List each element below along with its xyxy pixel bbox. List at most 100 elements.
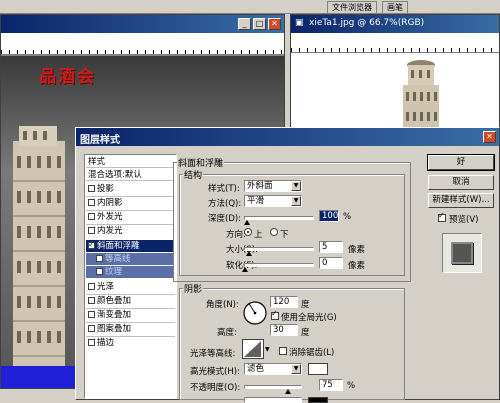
shadow-color-swatch[interactable]	[308, 397, 328, 403]
chevron-down-icon: ▼	[291, 196, 301, 206]
size-slider[interactable]	[244, 247, 314, 251]
dialog-title: 图层样式	[80, 135, 120, 146]
style-item-pattern-overlay[interactable]: 图案叠加	[86, 323, 175, 335]
checkbox-icon[interactable]	[88, 185, 95, 192]
angle-dial-icon[interactable]	[242, 300, 268, 326]
depth-slider[interactable]	[244, 216, 314, 220]
close-icon[interactable]: ✕	[268, 18, 281, 30]
checkbox-icon[interactable]	[88, 227, 95, 234]
overlay-title-text: 品酒会	[39, 67, 96, 87]
style-item-gradient-overlay[interactable]: 渐变叠加	[86, 309, 175, 321]
maximize-icon[interactable]: □	[253, 18, 266, 30]
angle-input[interactable]: 120	[270, 296, 298, 308]
minimize-icon[interactable]: _	[238, 18, 251, 30]
size-unit: 像素	[348, 245, 366, 255]
styles-list-header[interactable]: 样式	[86, 156, 175, 168]
style-item-color-overlay[interactable]: 颜色叠加	[86, 295, 175, 307]
opacity-slider[interactable]	[244, 385, 302, 389]
shading-title: 阴影	[183, 282, 204, 295]
chevron-down-icon[interactable]: ▼	[265, 346, 270, 353]
checkbox-icon[interactable]	[88, 325, 95, 332]
style-item-satin[interactable]: 光泽	[86, 281, 175, 293]
shadow-mode-select[interactable]	[244, 397, 302, 403]
style-item-inner-shadow[interactable]: 内阴影	[86, 197, 175, 209]
opacity-unit: %	[347, 381, 356, 391]
altitude-input[interactable]: 30	[270, 324, 298, 336]
opacity-slider-thumb[interactable]	[285, 389, 291, 394]
chevron-down-icon: ▼	[291, 181, 301, 191]
checkbox-icon[interactable]	[88, 311, 95, 318]
left-document-titlebar[interactable]: _ □ ✕	[1, 15, 284, 33]
soften-input[interactable]: 0	[319, 257, 343, 269]
style-item-texture[interactable]: 纹理	[86, 266, 175, 278]
ok-button[interactable]: 好	[427, 154, 495, 171]
direction-label: 方向:	[226, 230, 246, 240]
leaning-tower-image	[13, 126, 65, 371]
style-item-inner-glow[interactable]: 内发光	[86, 225, 175, 237]
anti-aliased-label: 消除锯齿(L)	[289, 348, 335, 358]
new-style-button[interactable]: 新建样式(W)...	[428, 193, 494, 208]
highlight-color-swatch[interactable]	[308, 363, 328, 375]
anti-aliased-checkbox[interactable]	[279, 347, 287, 355]
style-preview-box	[442, 233, 482, 273]
close-icon[interactable]: ✕	[483, 131, 496, 143]
altitude-label: 高度:	[217, 328, 237, 338]
highlight-mode-label: 高光模式(H):	[190, 367, 240, 377]
horizontal-ruler-right	[291, 33, 499, 53]
palette-well: 文件浏览器 画笔	[0, 0, 500, 14]
depth-input[interactable]: 100	[319, 210, 339, 222]
technique-select[interactable]: 平滑 ▼	[244, 195, 302, 207]
right-document-titlebar[interactable]: ▣ xieTa1.jpg @ 66.7%(RGB)	[291, 15, 499, 33]
preview-label: 预览(V)	[449, 215, 479, 225]
checkbox-icon[interactable]	[88, 199, 95, 206]
style-item-drop-shadow[interactable]: 投影	[86, 183, 175, 195]
cancel-button[interactable]: 取消	[428, 175, 494, 190]
style-item-bevel-emboss[interactable]: 斜面和浮雕	[86, 239, 175, 252]
angle-unit: 度	[301, 300, 310, 310]
opacity-label: 不透明度(O):	[190, 383, 241, 393]
horizontal-ruler	[1, 33, 284, 55]
leaning-tower-photo	[403, 60, 439, 133]
style-item-contour[interactable]: 等高线	[86, 253, 175, 265]
dialog-titlebar[interactable]: 图层样式 ✕	[76, 128, 499, 146]
soften-unit: 像素	[348, 261, 366, 271]
gloss-contour-label: 光泽等高线:	[190, 349, 236, 359]
size-input[interactable]: 5	[319, 241, 343, 253]
direction-up-radio[interactable]	[244, 228, 252, 236]
checkbox-icon[interactable]	[88, 213, 95, 220]
tab-file-browser[interactable]: 文件浏览器	[327, 1, 377, 13]
depth-label: 深度(D):	[208, 214, 242, 224]
opacity-input[interactable]: 75	[319, 379, 343, 391]
use-global-light-label: 使用全局光(G)	[281, 313, 337, 323]
chevron-down-icon: ▼	[291, 364, 301, 374]
direction-up-label: 上	[254, 230, 263, 240]
style-label: 样式(T):	[208, 184, 240, 194]
depth-slider-thumb[interactable]	[244, 220, 250, 225]
soften-slider[interactable]	[244, 263, 314, 267]
technique-label: 方法(Q):	[208, 199, 242, 209]
preview-checkbox[interactable]	[438, 211, 446, 222]
highlight-mode-select[interactable]: 滤色 ▼	[244, 363, 302, 375]
checkbox-icon[interactable]	[88, 297, 95, 304]
soften-slider-thumb[interactable]	[242, 267, 248, 272]
checkbox-icon[interactable]	[96, 255, 103, 262]
checkbox-icon[interactable]	[96, 268, 103, 275]
bevel-style-select[interactable]: 外斜面 ▼	[244, 180, 302, 192]
style-item-stroke[interactable]: 描边	[86, 337, 175, 349]
blending-options-item[interactable]: 混合选项:默认	[86, 169, 175, 181]
checkbox-icon[interactable]	[88, 339, 95, 346]
direction-down-radio[interactable]	[270, 228, 278, 236]
right-document-window: ▣ xieTa1.jpg @ 66.7%(RGB)	[290, 14, 500, 134]
depth-unit: %	[343, 212, 352, 222]
tab-brushes[interactable]: 画笔	[382, 1, 408, 13]
altitude-unit: 度	[301, 328, 310, 338]
use-global-light-checkbox[interactable]	[271, 309, 279, 320]
style-preview-swatch	[451, 242, 473, 264]
photoshop-doc-icon: ▣	[295, 18, 304, 28]
gloss-contour-icon[interactable]	[242, 339, 264, 359]
checkbox-icon[interactable]	[88, 283, 95, 290]
size-slider-thumb[interactable]	[246, 251, 252, 256]
styles-list: 样式 混合选项:默认 投影 内阴影 外发光 内发光 斜面和浮雕 等高线 纹理 光…	[84, 154, 177, 399]
checkbox-checked-icon[interactable]	[88, 239, 95, 251]
style-item-outer-glow[interactable]: 外发光	[86, 211, 175, 223]
